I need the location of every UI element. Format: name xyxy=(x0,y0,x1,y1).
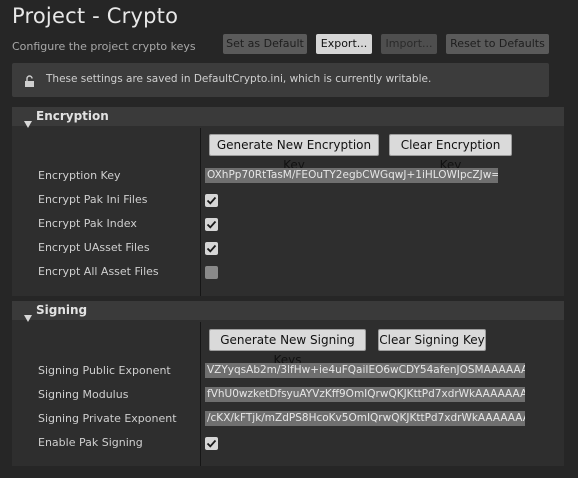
encrypt-pak-ini-checkbox[interactable] xyxy=(205,194,218,207)
enable-pak-signing-label: Enable Pak Signing xyxy=(38,436,143,449)
collapse-triangle-icon xyxy=(24,113,32,132)
encryption-key-label: Encryption Key xyxy=(38,169,121,182)
column-divider xyxy=(200,128,201,296)
section-heading: Encryption xyxy=(36,109,109,123)
encrypt-pak-index-checkbox[interactable] xyxy=(205,218,218,231)
collapse-triangle-icon xyxy=(24,307,32,326)
encryption-section-header[interactable]: Encryption xyxy=(12,107,564,128)
page-subtitle: Configure the project crypto keys xyxy=(12,40,196,53)
section-heading: Signing xyxy=(36,303,88,317)
option-label: Encrypt Pak Ini Files xyxy=(38,193,148,206)
notice-text: These settings are saved in DefaultCrypt… xyxy=(46,73,432,85)
reset-to-defaults-button[interactable]: Reset to Defaults xyxy=(446,34,549,54)
encrypt-uasset-checkbox[interactable] xyxy=(205,242,218,255)
generate-encryption-key-button[interactable]: Generate New Encryption Key xyxy=(209,134,379,172)
private-exponent-label: Signing Private Exponent xyxy=(38,412,177,425)
import-button[interactable]: Import... xyxy=(381,34,437,54)
clear-encryption-key-button[interactable]: Clear Encryption Key xyxy=(389,134,512,172)
enable-pak-signing-checkbox[interactable] xyxy=(205,437,218,450)
set-as-default-button[interactable]: Set as Default xyxy=(223,34,307,54)
encryption-key-field[interactable]: OXhPp70RtTasM/FEOuTY2egbCWGqwJ+1iHLOWIpc… xyxy=(205,168,498,183)
option-label: Encrypt Pak Index xyxy=(38,217,137,230)
private-exponent-field[interactable]: /cKX/kFTjk/mZdPS8HcoKv5OmIQrwQKJKttPd7xd… xyxy=(205,411,525,426)
option-label: Encrypt All Asset Files xyxy=(38,265,159,278)
unlock-icon xyxy=(24,73,36,92)
generate-signing-keys-button[interactable]: Generate New Signing Keys xyxy=(209,329,366,367)
page-title: Project - Crypto xyxy=(12,4,179,28)
export-button[interactable]: Export... xyxy=(316,34,372,54)
signing-section-header[interactable]: Signing xyxy=(12,301,564,322)
config-notice-bar: These settings are saved in DefaultCrypt… xyxy=(12,63,549,97)
public-exponent-label: Signing Public Exponent xyxy=(38,364,171,377)
clear-signing-key-button[interactable]: Clear Signing Key xyxy=(378,329,486,351)
encryption-section: Encryption Generate New Encryption Key C… xyxy=(12,107,564,296)
modulus-label: Signing Modulus xyxy=(38,388,129,401)
modulus-field[interactable]: fVhU0wzketDfsyuAYVzKff9OmIQrwQKJKttPd7xd… xyxy=(205,387,525,402)
encrypt-all-assets-checkbox[interactable] xyxy=(205,266,218,279)
column-divider xyxy=(200,322,201,466)
signing-section: Signing Generate New Signing Keys Clear … xyxy=(12,301,564,466)
public-exponent-field[interactable]: VZYyqsAb2m/3lfHw+ie4uFQaiIEO6wCDY54afenJ… xyxy=(205,363,525,378)
option-label: Encrypt UAsset Files xyxy=(38,241,150,254)
